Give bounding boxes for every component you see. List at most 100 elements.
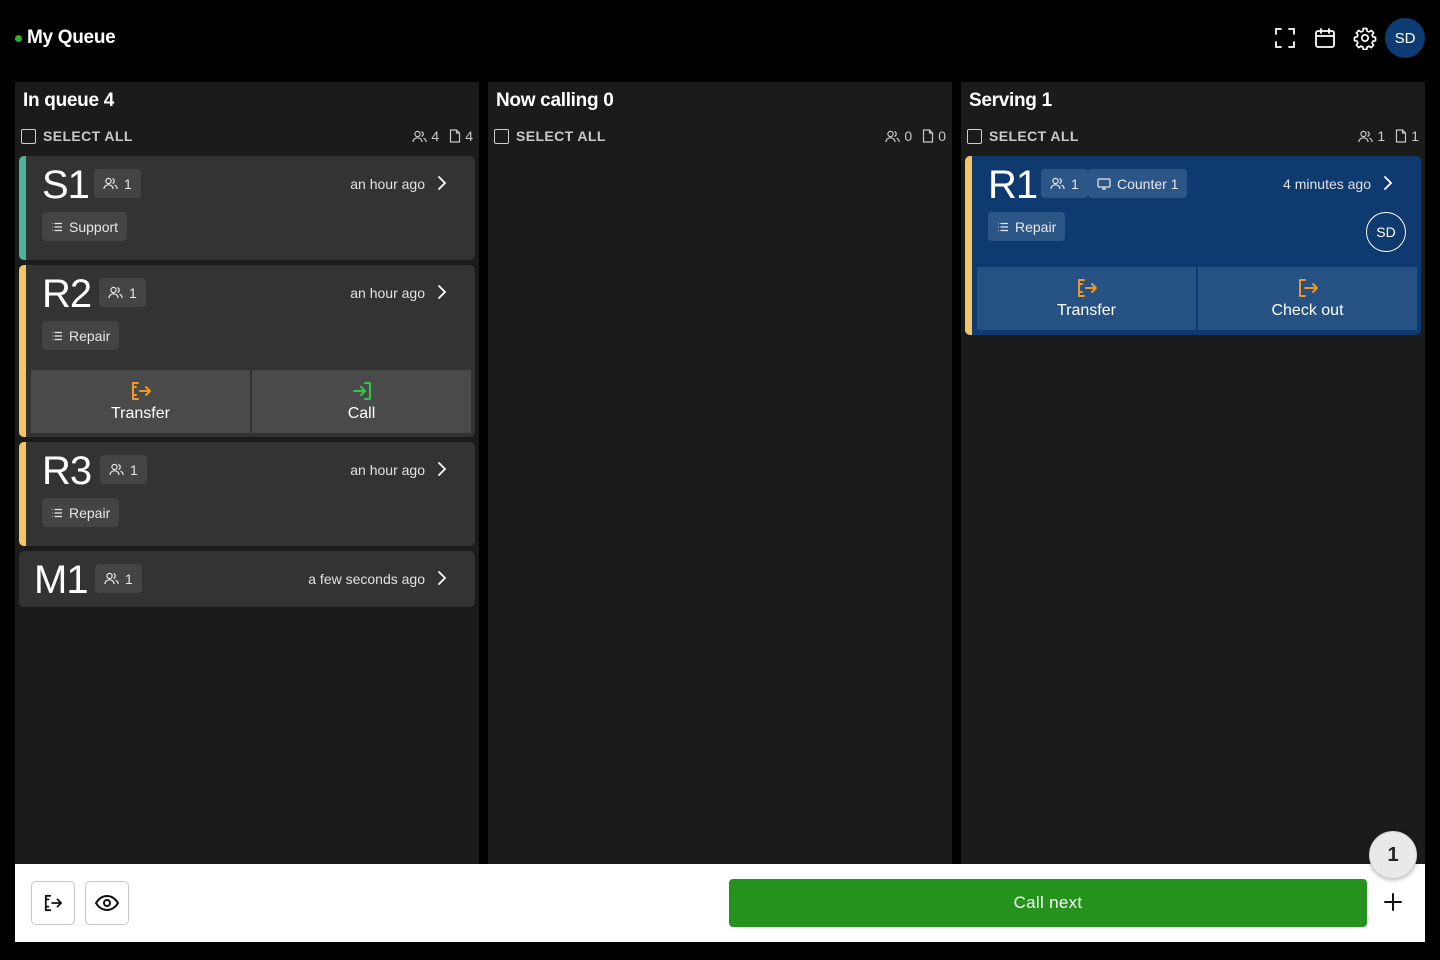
service-accent-bar (19, 265, 26, 437)
column-in-queue: In queue 4 SELECT ALL 4 4 S1 1 an hour a… (15, 82, 479, 864)
transfer-all-button[interactable] (31, 881, 75, 925)
service-chip: Repair (988, 212, 1066, 241)
select-all-label: SELECT ALL (43, 128, 133, 144)
card-actions: Transfer Call (31, 370, 471, 433)
checkbox-box[interactable] (21, 128, 36, 144)
add-ticket-button[interactable] (1379, 888, 1407, 916)
column-now-calling: Now calling 0 SELECT ALL 0 0 (488, 82, 952, 864)
calendar-icon[interactable] (1311, 24, 1339, 52)
fullscreen-icon[interactable] (1271, 24, 1299, 52)
people-icon (885, 130, 901, 142)
service-accent-bar (19, 442, 26, 546)
service-name: Repair (69, 504, 111, 521)
document-icon (923, 129, 934, 143)
document-icon (1396, 129, 1407, 143)
user-avatar[interactable]: SD (1385, 18, 1425, 58)
select-all-label: SELECT ALL (516, 128, 606, 144)
document-count: 4 (465, 128, 473, 144)
party-size: 1 (1071, 175, 1079, 192)
column-stats: 4 4 (412, 128, 473, 144)
party-size-chip: 1 (99, 278, 146, 307)
party-size-chip: 1 (1041, 169, 1088, 198)
online-status-dot (15, 35, 22, 42)
check-out-icon (1298, 278, 1318, 297)
party-size: 1 (124, 175, 132, 192)
transfer-button[interactable]: Transfer (977, 267, 1196, 330)
people-icon (412, 130, 428, 142)
ticket-number: M1 (34, 558, 89, 602)
call-button[interactable]: Call (252, 370, 471, 433)
transfer-label: Transfer (1057, 301, 1116, 319)
service-name: Repair (1015, 218, 1057, 235)
transfer-button[interactable]: Transfer (31, 370, 250, 433)
chevron-right-icon[interactable] (435, 460, 449, 478)
chevron-right-icon[interactable] (435, 569, 449, 587)
service-accent-bar (965, 156, 972, 335)
select-all-label: SELECT ALL (989, 128, 1079, 144)
service-chip: Repair (42, 498, 120, 527)
document-count: 0 (938, 128, 946, 144)
transfer-icon (44, 894, 62, 912)
column-title: Now calling 0 (496, 90, 614, 111)
served-by-avatar: SD (1366, 212, 1406, 252)
ticket-card-s1[interactable]: S1 1 an hour ago Support (19, 156, 475, 260)
service-chip: Support (42, 212, 128, 241)
select-all-checkbox[interactable]: SELECT ALL (967, 128, 1079, 144)
call-label: Call (347, 404, 376, 422)
party-size-chip: 1 (94, 169, 141, 198)
people-icon (108, 286, 123, 299)
wait-time: 4 minutes ago (1283, 176, 1371, 192)
transfer-icon (1077, 278, 1097, 297)
call-next-button[interactable]: Call next (729, 879, 1367, 927)
people-icon (1358, 130, 1374, 142)
page-title: My Queue (27, 27, 116, 48)
people-count: 1 (1377, 128, 1386, 144)
checkbox-box[interactable] (967, 128, 982, 144)
document-icon (450, 129, 461, 143)
select-all-checkbox[interactable]: SELECT ALL (21, 128, 133, 144)
notification-badge[interactable]: 1 (1369, 831, 1417, 879)
ticket-number: R2 (42, 272, 92, 316)
ticket-card-m1[interactable]: M1 1 a few seconds ago (19, 551, 475, 607)
top-bar: My Queue SD (0, 0, 1440, 78)
ticket-number: R1 (988, 163, 1038, 207)
people-icon (103, 177, 118, 190)
party-size: 1 (130, 461, 138, 478)
column-title: Serving 1 (969, 90, 1052, 111)
people-count: 0 (904, 128, 913, 144)
chevron-right-icon[interactable] (1381, 174, 1395, 192)
settings-icon[interactable] (1351, 24, 1379, 52)
people-count: 4 (431, 128, 440, 144)
plus-icon (1384, 893, 1402, 911)
ticket-card-r2[interactable]: R2 1 an hour ago Repair Transfer Call (19, 265, 475, 437)
service-name: Repair (69, 327, 111, 344)
list-icon (52, 222, 62, 231)
chevron-right-icon[interactable] (435, 283, 449, 301)
party-size-chip: 1 (100, 455, 147, 484)
people-icon (109, 463, 124, 476)
ticket-card-r1[interactable]: R1 1 Counter 1 4 minutes ago Repair SD T… (965, 156, 1421, 335)
chevron-right-icon[interactable] (435, 174, 449, 192)
wait-time: a few seconds ago (308, 571, 425, 587)
bottom-action-bar: Call next (15, 864, 1425, 942)
ticket-number: R3 (42, 449, 92, 493)
column-title: In queue 4 (23, 90, 114, 111)
counter-chip: Counter 1 (1088, 169, 1188, 198)
wait-time: an hour ago (350, 176, 425, 192)
monitor-icon (1097, 177, 1111, 190)
column-stats: 1 1 (1358, 128, 1419, 144)
ticket-card-r3[interactable]: R3 1 an hour ago Repair (19, 442, 475, 546)
service-accent-bar (19, 156, 26, 260)
list-icon (52, 508, 62, 517)
service-name: Support (69, 218, 119, 235)
transfer-icon (131, 381, 151, 400)
check-out-button[interactable]: Check out (1198, 267, 1417, 330)
view-toggle-button[interactable] (85, 881, 129, 925)
transfer-label: Transfer (111, 404, 170, 422)
wait-time: an hour ago (350, 462, 425, 478)
select-all-checkbox[interactable]: SELECT ALL (494, 128, 606, 144)
checkbox-box[interactable] (494, 128, 509, 144)
list-icon (998, 222, 1008, 231)
people-icon (1050, 177, 1065, 190)
party-size: 1 (129, 284, 137, 301)
